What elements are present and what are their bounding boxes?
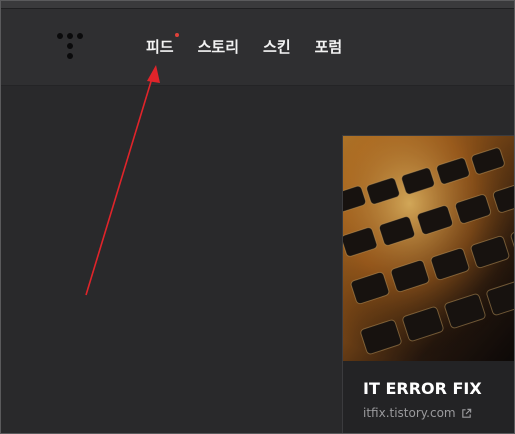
external-link-icon [461,408,471,418]
new-notification-dot [174,33,179,37]
nav-item-feed[interactable]: 피드 [146,33,179,57]
nav-item-forum[interactable]: 포럼 [315,36,343,57]
card-title[interactable]: IT ERROR FIX [363,379,482,398]
nav-item-forum-label: 포럼 [314,38,343,56]
keyboard-photo[interactable] [343,136,514,361]
nav-item-story-label: 스토리 [197,38,240,56]
top-strip [1,1,514,9]
nav-item-skin[interactable]: 스킨 [263,36,291,57]
blog-card[interactable]: IT ERROR FIX itfix.tistory.com [342,135,514,433]
app-window: 피드 스토리 스킨 포럼 IT ERROR FIX itfix.tistory.… [0,0,515,434]
top-header: 피드 스토리 스킨 포럼 [1,9,514,86]
nav-item-skin-label: 스킨 [263,38,291,56]
nav-item-story[interactable]: 스토리 [198,36,239,57]
tistory-logo[interactable] [57,33,83,63]
nav-item-feed-label: 피드 [146,38,174,56]
card-link-text: itfix.tistory.com [363,406,456,420]
card-link[interactable]: itfix.tistory.com [363,406,472,420]
main-nav: 피드 스토리 스킨 포럼 [146,33,343,57]
